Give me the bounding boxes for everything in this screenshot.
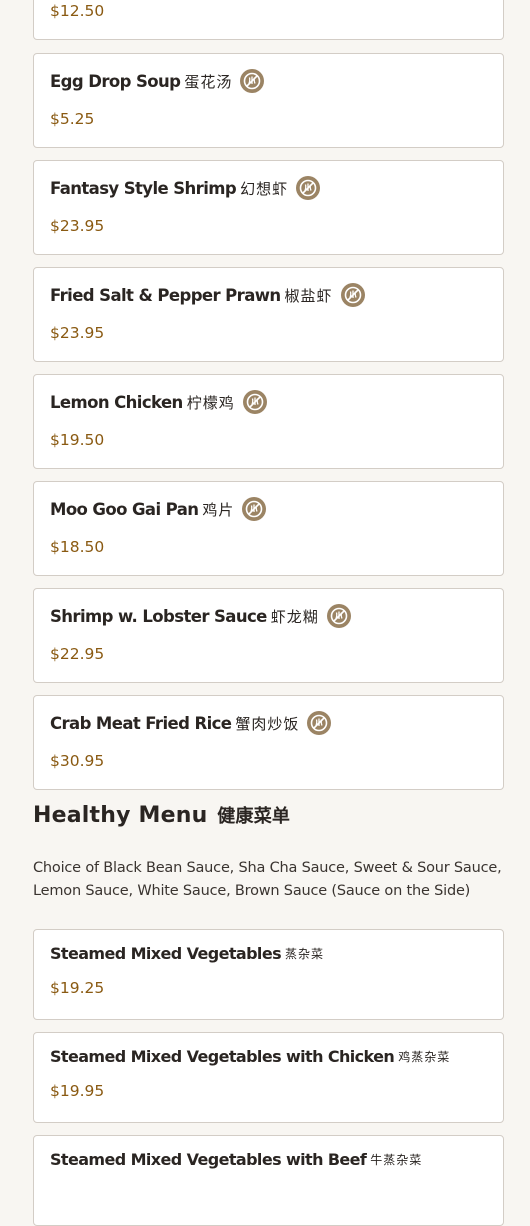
gluten-free-icon [242, 497, 267, 521]
item-name: Fantasy Style Shrimp [50, 178, 237, 198]
item-price: $12.50 [50, 2, 105, 20]
item-name-row: Steamed Mixed Vegetables with Beef 牛蒸杂菜 [50, 1150, 422, 1169]
gluten-free-icon [242, 390, 267, 414]
item-chinese-name: 虾龙糊 [270, 607, 319, 626]
section-title: Healthy Menu 健康菜单 [33, 802, 290, 828]
item-name: Lemon Chicken [50, 392, 183, 412]
item-name-row: Fried Salt & Pepper Prawn 椒盐虾 [50, 283, 365, 307]
item-chinese-name: 鸡片 [202, 500, 235, 519]
item-name: Steamed Mixed Vegetables with Chicken [50, 1047, 395, 1066]
section-description: Choice of Black Bean Sauce, Sha Cha Sauc… [33, 860, 502, 899]
menu-item-card[interactable]: Steamed Mixed Vegetables 蒸杂菜 $19.25 [33, 929, 504, 1020]
item-name: Steamed Mixed Vegetables with Beef [50, 1150, 367, 1169]
item-name-row: Lemon Chicken 柠檬鸡 [50, 390, 267, 414]
item-name-row: Moo Goo Gai Pan 鸡片 [50, 497, 267, 521]
item-name: Egg Drop Soup [50, 71, 181, 91]
menu-item-card[interactable]: Moo Goo Gai Pan 鸡片 $18.50 [33, 481, 504, 576]
menu-item-card[interactable]: Steamed Mixed Vegetables with Beef 牛蒸杂菜 [33, 1135, 504, 1226]
item-name: Shrimp w. Lobster Sauce [50, 606, 267, 626]
item-chinese-name: 蛋花汤 [184, 72, 233, 91]
menu-item-card[interactable]: Egg Drop Soup 蛋花汤 $5.25 [33, 53, 504, 148]
menu-item-card[interactable]: Steamed Mixed Vegetables with Chicken 鸡蒸… [33, 1032, 504, 1123]
menu-item-card[interactable]: Shrimp w. Lobster Sauce 虾龙糊 $22.95 [33, 588, 504, 683]
item-name: Moo Goo Gai Pan [50, 499, 199, 519]
item-chinese-name: 柠檬鸡 [186, 393, 235, 412]
item-name-row: Steamed Mixed Vegetables with Chicken 鸡蒸… [50, 1047, 450, 1066]
item-price: $22.95 [50, 645, 105, 663]
item-price: $19.25 [50, 979, 105, 997]
section-title-chinese: 健康菜单 [217, 806, 291, 827]
item-price: $18.50 [50, 538, 105, 556]
item-price: $19.50 [50, 431, 105, 449]
item-name-row: Shrimp w. Lobster Sauce 虾龙糊 [50, 604, 351, 628]
gluten-free-icon [340, 283, 365, 307]
item-price: $30.95 [50, 752, 105, 770]
menu-item-card[interactable]: $12.50 [33, 0, 504, 40]
gluten-free-icon [326, 604, 351, 628]
item-name: Steamed Mixed Vegetables [50, 944, 282, 963]
item-name-row: Crab Meat Fried Rice 蟹肉炒饭 [50, 711, 332, 735]
item-name: Fried Salt & Pepper Prawn [50, 285, 281, 305]
item-name-row: Steamed Mixed Vegetables 蒸杂菜 [50, 944, 324, 963]
item-chinese-name: 椒盐虾 [284, 286, 333, 305]
item-chinese-name: 蟹肉炒饭 [235, 714, 300, 733]
gluten-free-icon [296, 176, 321, 200]
item-price: $23.95 [50, 324, 105, 342]
item-chinese-name: 鸡蒸杂菜 [398, 1050, 451, 1064]
gluten-free-icon [240, 69, 265, 93]
item-price: $23.95 [50, 217, 105, 235]
menu-item-card[interactable]: Fried Salt & Pepper Prawn 椒盐虾 $23.95 [33, 267, 504, 362]
menu-item-card[interactable]: Fantasy Style Shrimp 幻想虾 $23.95 [33, 160, 504, 255]
menu-item-card[interactable]: Crab Meat Fried Rice 蟹肉炒饭 $30.95 [33, 695, 504, 790]
item-name-row: Egg Drop Soup 蛋花汤 [50, 69, 265, 93]
item-name-row: Fantasy Style Shrimp 幻想虾 [50, 176, 321, 200]
item-price: $19.95 [50, 1082, 105, 1100]
item-chinese-name: 蒸杂菜 [285, 947, 325, 961]
item-price: $5.25 [50, 110, 95, 128]
item-chinese-name: 牛蒸杂菜 [370, 1153, 423, 1167]
menu-item-card[interactable]: Lemon Chicken 柠檬鸡 $19.50 [33, 374, 504, 469]
section-title-text: Healthy Menu [33, 803, 208, 828]
item-chinese-name: 幻想虾 [240, 179, 289, 198]
item-name: Crab Meat Fried Rice [50, 713, 232, 733]
gluten-free-icon [307, 711, 332, 735]
